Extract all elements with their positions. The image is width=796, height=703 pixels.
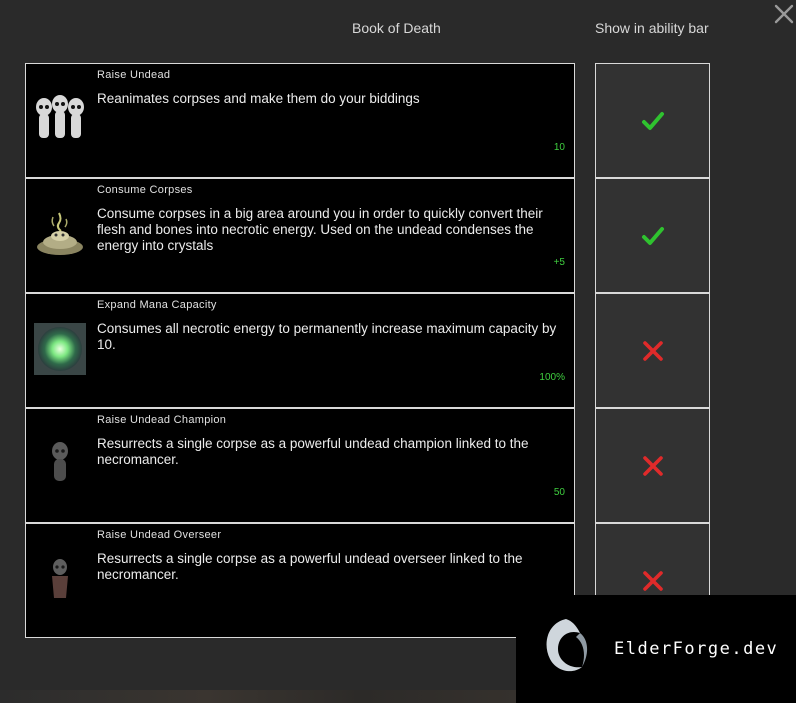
- ability-name: Raise Undead Champion: [97, 414, 227, 426]
- cross-icon: [642, 570, 663, 591]
- ability-name: Consume Corpses: [97, 184, 193, 196]
- cross-icon: [642, 340, 663, 361]
- checkmark-icon: [641, 111, 664, 130]
- ability-description: Consume corpses in a big area around you…: [97, 206, 543, 253]
- toggle-expand-mana-capacity[interactable]: [595, 293, 710, 408]
- bone-pile-icon: [32, 205, 88, 263]
- ability-row-expand-mana-capacity[interactable]: Expand Mana Capacity Consumes all necrot…: [25, 293, 575, 408]
- ability-cost: +5: [553, 257, 565, 268]
- toggle-raise-undead[interactable]: [595, 63, 710, 178]
- ability-name: Expand Mana Capacity: [97, 299, 217, 311]
- skeleton-group-icon: [32, 90, 88, 148]
- close-button[interactable]: [772, 2, 796, 26]
- ability-cost: 10: [553, 142, 565, 153]
- book-title: Book of Death: [352, 20, 441, 36]
- checkmark-icon: [641, 226, 664, 245]
- dragon-logo-icon: [546, 619, 588, 672]
- ability-row-raise-undead-overseer[interactable]: Raise Undead Overseer Resurrects a singl…: [25, 523, 575, 638]
- ability-row-raise-undead-champion[interactable]: Raise Undead Champion Resurrects a singl…: [25, 408, 575, 523]
- watermark-text: ElderForge.dev: [614, 639, 779, 659]
- undead-champion-icon: [32, 435, 88, 493]
- ability-bar-column-title: Show in ability bar: [595, 20, 709, 36]
- ability-cost: 50: [553, 487, 565, 498]
- ability-row-consume-corpses[interactable]: Consume Corpses Consume corpses in a big…: [25, 178, 575, 293]
- ability-row-raise-undead[interactable]: Raise Undead Reanimates corpses and make…: [25, 63, 575, 178]
- cross-icon: [642, 455, 663, 476]
- mana-orb-icon: [32, 320, 88, 378]
- watermark: ElderForge.dev: [516, 595, 796, 703]
- background-strip: [0, 690, 516, 703]
- toggle-raise-undead-champion[interactable]: [595, 408, 710, 523]
- ability-description: Resurrects a single corpse as a powerful…: [97, 551, 523, 582]
- undead-overseer-icon: [32, 550, 88, 608]
- ability-name: Raise Undead Overseer: [97, 529, 222, 541]
- close-icon: [774, 4, 794, 24]
- ability-description: Reanimates corpses and make them do your…: [97, 91, 420, 106]
- ability-description: Resurrects a single corpse as a powerful…: [97, 436, 529, 467]
- toggle-consume-corpses[interactable]: [595, 178, 710, 293]
- ability-name: Raise Undead: [97, 69, 171, 81]
- ability-description: Consumes all necrotic energy to permanen…: [97, 321, 557, 352]
- ability-cost: 100%: [539, 372, 565, 383]
